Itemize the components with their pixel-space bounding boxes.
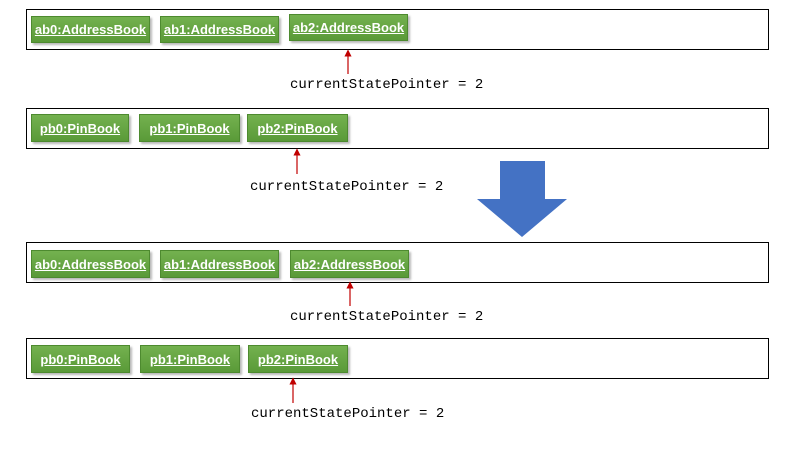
- arrows-overlay: [289, 49, 567, 403]
- down-arrow-icon: [477, 161, 567, 237]
